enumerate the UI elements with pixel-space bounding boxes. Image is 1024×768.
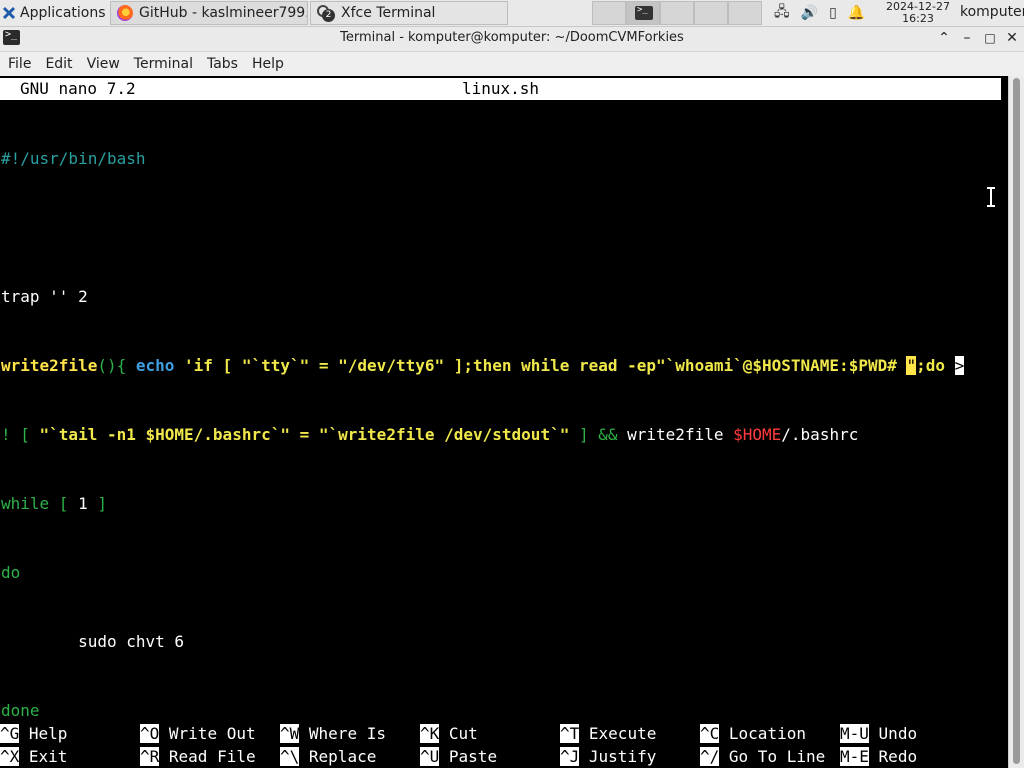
terminal-area[interactable]: GNU nano 7.2 linux.sh #!/usr/bin/bash tr…	[0, 76, 1008, 768]
file-name: linux.sh	[461, 79, 540, 98]
taskbar-item-terminal[interactable]: 2 Xfce Terminal	[310, 1, 508, 25]
code-line: done	[1, 701, 40, 720]
workspace-3[interactable]	[660, 1, 694, 25]
maximize-button[interactable]: □	[980, 29, 1000, 47]
shortcut-execute: ^T Execute	[560, 724, 657, 743]
window-titlebar[interactable]: Terminal - komputer@komputer: ~/DoomCVMF…	[0, 27, 1024, 52]
shortcut-help: ^G Help	[0, 724, 68, 743]
shortcut-undo: M-U Undo	[840, 724, 918, 743]
shortcut-cut: ^K Cut	[420, 724, 478, 743]
applications-menu[interactable]: Applications ⁝	[2, 3, 113, 23]
line-truncation-marker: >	[954, 356, 965, 375]
code-line: do	[1, 563, 21, 582]
menubar: File Edit View Terminal Tabs Help	[0, 52, 1024, 76]
shortcut-bar: ^G Help ^X Exit ^O Write Out ^R Read Fil…	[0, 722, 1008, 768]
shortcut-replace: ^\ Replace	[280, 747, 377, 766]
taskbar-item-label: GitHub - kaslmineer799...	[139, 5, 308, 21]
battery-icon[interactable]: ▯	[829, 5, 837, 21]
clock-time: 16:23	[902, 12, 934, 25]
minimize-button[interactable]: –	[957, 29, 977, 47]
code-line: sudo chvt 6	[1, 632, 185, 651]
text-cursor: "	[906, 356, 917, 375]
window-count-badge: 2	[322, 9, 335, 22]
terminal-icon	[635, 5, 653, 20]
system-tray: 🖧 🔊 ▯ 🔔	[774, 4, 865, 22]
menu-edit[interactable]: Edit	[45, 56, 72, 72]
notification-bell-icon[interactable]: 🔔	[848, 5, 865, 21]
shortcut-justify: ^J Justify	[560, 747, 657, 766]
scrollbar[interactable]	[1008, 76, 1024, 768]
shortcut-paste: ^U Paste	[420, 747, 498, 766]
editor-content[interactable]: #!/usr/bin/bash trap '' 2 write2file(){ …	[1, 101, 965, 768]
shade-button[interactable]: ⌃	[934, 29, 954, 47]
text-ibeam-cursor-icon	[987, 186, 995, 208]
code-line: while [ 1 ]	[1, 494, 107, 513]
shortcut-write-out: ^O Write Out	[140, 724, 256, 743]
workspace-1[interactable]	[592, 1, 626, 25]
shortcut-exit: ^X Exit	[0, 747, 68, 766]
xfce-mouse-icon	[2, 6, 16, 20]
firefox-icon	[117, 5, 133, 21]
applications-label: Applications	[20, 5, 106, 21]
workspace-2[interactable]	[626, 1, 660, 25]
top-panel: Applications ⁝ GitHub - kaslmineer799...…	[0, 0, 1024, 27]
code-line: #!/usr/bin/bash	[1, 149, 146, 168]
taskbar-item-github[interactable]: GitHub - kaslmineer799...	[110, 1, 308, 25]
user-menu[interactable]: komputer	[960, 4, 1024, 20]
scrollbar-thumb[interactable]	[1013, 78, 1020, 764]
shortcut-redo: M-E Redo	[840, 747, 918, 766]
workspace-4[interactable]	[694, 1, 728, 25]
taskbar-item-label: Xfce Terminal	[341, 5, 436, 21]
volume-icon[interactable]: 🔊	[801, 5, 818, 21]
code-line: ! [ "`tail -n1 $HOME/.bashrc`" = "`write…	[1, 425, 859, 444]
terminal-group-icon: 2	[317, 5, 335, 22]
shortcut-location: ^C Location	[700, 724, 806, 743]
window-title: Terminal - komputer@komputer: ~/DoomCVMF…	[340, 30, 684, 45]
workspace-5[interactable]	[728, 1, 762, 25]
nano-header: GNU nano 7.2 linux.sh	[0, 78, 1001, 100]
shortcut-where-is: ^W Where Is	[280, 724, 386, 743]
clock[interactable]: 2024-12-27 16:23	[884, 1, 952, 25]
close-button[interactable]: ✕	[1002, 29, 1022, 47]
menu-help[interactable]: Help	[252, 56, 284, 72]
menu-view[interactable]: View	[87, 56, 120, 72]
code-line: write2file(){ echo 'if [ "`tty`" = "/dev…	[1, 356, 965, 375]
code-line: trap '' 2	[1, 287, 88, 306]
menu-tabs[interactable]: Tabs	[207, 56, 238, 72]
menu-terminal[interactable]: Terminal	[134, 56, 193, 72]
shortcut-read-file: ^R Read File	[140, 747, 256, 766]
menu-file[interactable]: File	[8, 56, 31, 72]
network-icon[interactable]: 🖧	[774, 1, 790, 25]
shortcut-go-to-line: ^/ Go To Line	[700, 747, 826, 766]
